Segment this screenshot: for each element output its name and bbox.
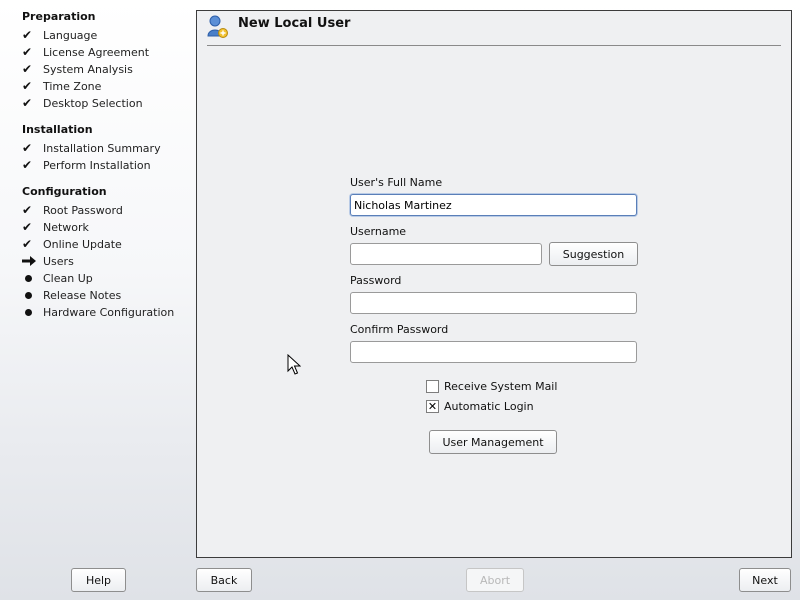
help-button[interactable]: Help	[71, 568, 126, 592]
receive-system-mail-label[interactable]: Receive System Mail	[444, 380, 557, 393]
automatic-login-checkbox[interactable]: ✕	[426, 399, 439, 413]
bullet-icon	[22, 287, 43, 303]
checkmark-icon: ✔	[22, 237, 33, 251]
installation-steps-sidebar: Preparation ✔ Language ✔ License Agreement…	[0, 0, 192, 560]
full-name-label: User's Full Name	[350, 176, 443, 189]
step-users-current: Users	[22, 253, 74, 269]
password-label: Password	[350, 274, 402, 287]
user-icon	[207, 15, 229, 39]
new-local-user-panel: New Local User User's Full Name Username…	[196, 10, 792, 558]
bullet-icon	[22, 304, 43, 320]
checkmark-icon: ✔	[22, 62, 33, 76]
step-language: ✔ Language	[22, 28, 98, 42]
checkmark-icon: ✔	[22, 28, 33, 42]
username-label: Username	[350, 225, 407, 238]
automatic-login-label[interactable]: Automatic Login	[444, 400, 534, 413]
checkmark-icon: ✔	[22, 79, 33, 93]
step-perform-installation: ✔ Perform Installation	[22, 158, 151, 172]
bullet-icon	[22, 270, 43, 286]
step-online-update: ✔ Online Update	[22, 237, 122, 251]
checkmark-icon: ✔	[22, 45, 33, 59]
mouse-pointer-icon	[287, 353, 302, 376]
back-button[interactable]: Back	[196, 568, 252, 592]
section-title-preparation: Preparation	[22, 10, 96, 23]
step-time-zone: ✔ Time Zone	[22, 79, 102, 93]
step-license-agreement: ✔ License Agreement	[22, 45, 150, 59]
step-system-analysis: ✔ System Analysis	[22, 62, 133, 76]
next-button[interactable]: Next	[739, 568, 791, 592]
username-input[interactable]	[350, 243, 542, 265]
section-title-configuration: Configuration	[22, 185, 107, 198]
step-network: ✔ Network	[22, 220, 89, 234]
checkmark-icon: ✔	[22, 203, 33, 217]
checkmark-icon: ✔	[22, 141, 33, 155]
step-clean-up: Clean Up	[22, 270, 93, 286]
header-divider	[207, 45, 781, 46]
receive-system-mail-row[interactable]: Receive System Mail	[426, 378, 557, 394]
suggestion-button[interactable]: Suggestion	[549, 242, 638, 266]
receive-system-mail-checkbox[interactable]	[426, 379, 439, 393]
checkmark-icon: ✔	[22, 96, 33, 110]
abort-button[interactable]: Abort	[466, 568, 524, 592]
password-input[interactable]	[350, 292, 637, 314]
checkmark-icon: ✔	[22, 158, 33, 172]
automatic-login-row[interactable]: ✕ Automatic Login	[426, 398, 534, 414]
user-management-button[interactable]: User Management	[429, 430, 557, 454]
confirm-password-label: Confirm Password	[350, 323, 449, 336]
step-root-password: ✔ Root Password	[22, 203, 123, 217]
confirm-password-input[interactable]	[350, 341, 637, 363]
page-title: New Local User	[238, 16, 351, 31]
arrow-right-icon	[22, 253, 43, 269]
checkmark-icon: ✔	[22, 220, 33, 234]
step-release-notes: Release Notes	[22, 287, 121, 303]
full-name-input[interactable]	[350, 194, 637, 216]
section-title-installation: Installation	[22, 123, 93, 136]
step-hardware-configuration: Hardware Configuration	[22, 304, 174, 320]
step-desktop-selection: ✔ Desktop Selection	[22, 96, 143, 110]
step-installation-summary: ✔ Installation Summary	[22, 141, 161, 155]
